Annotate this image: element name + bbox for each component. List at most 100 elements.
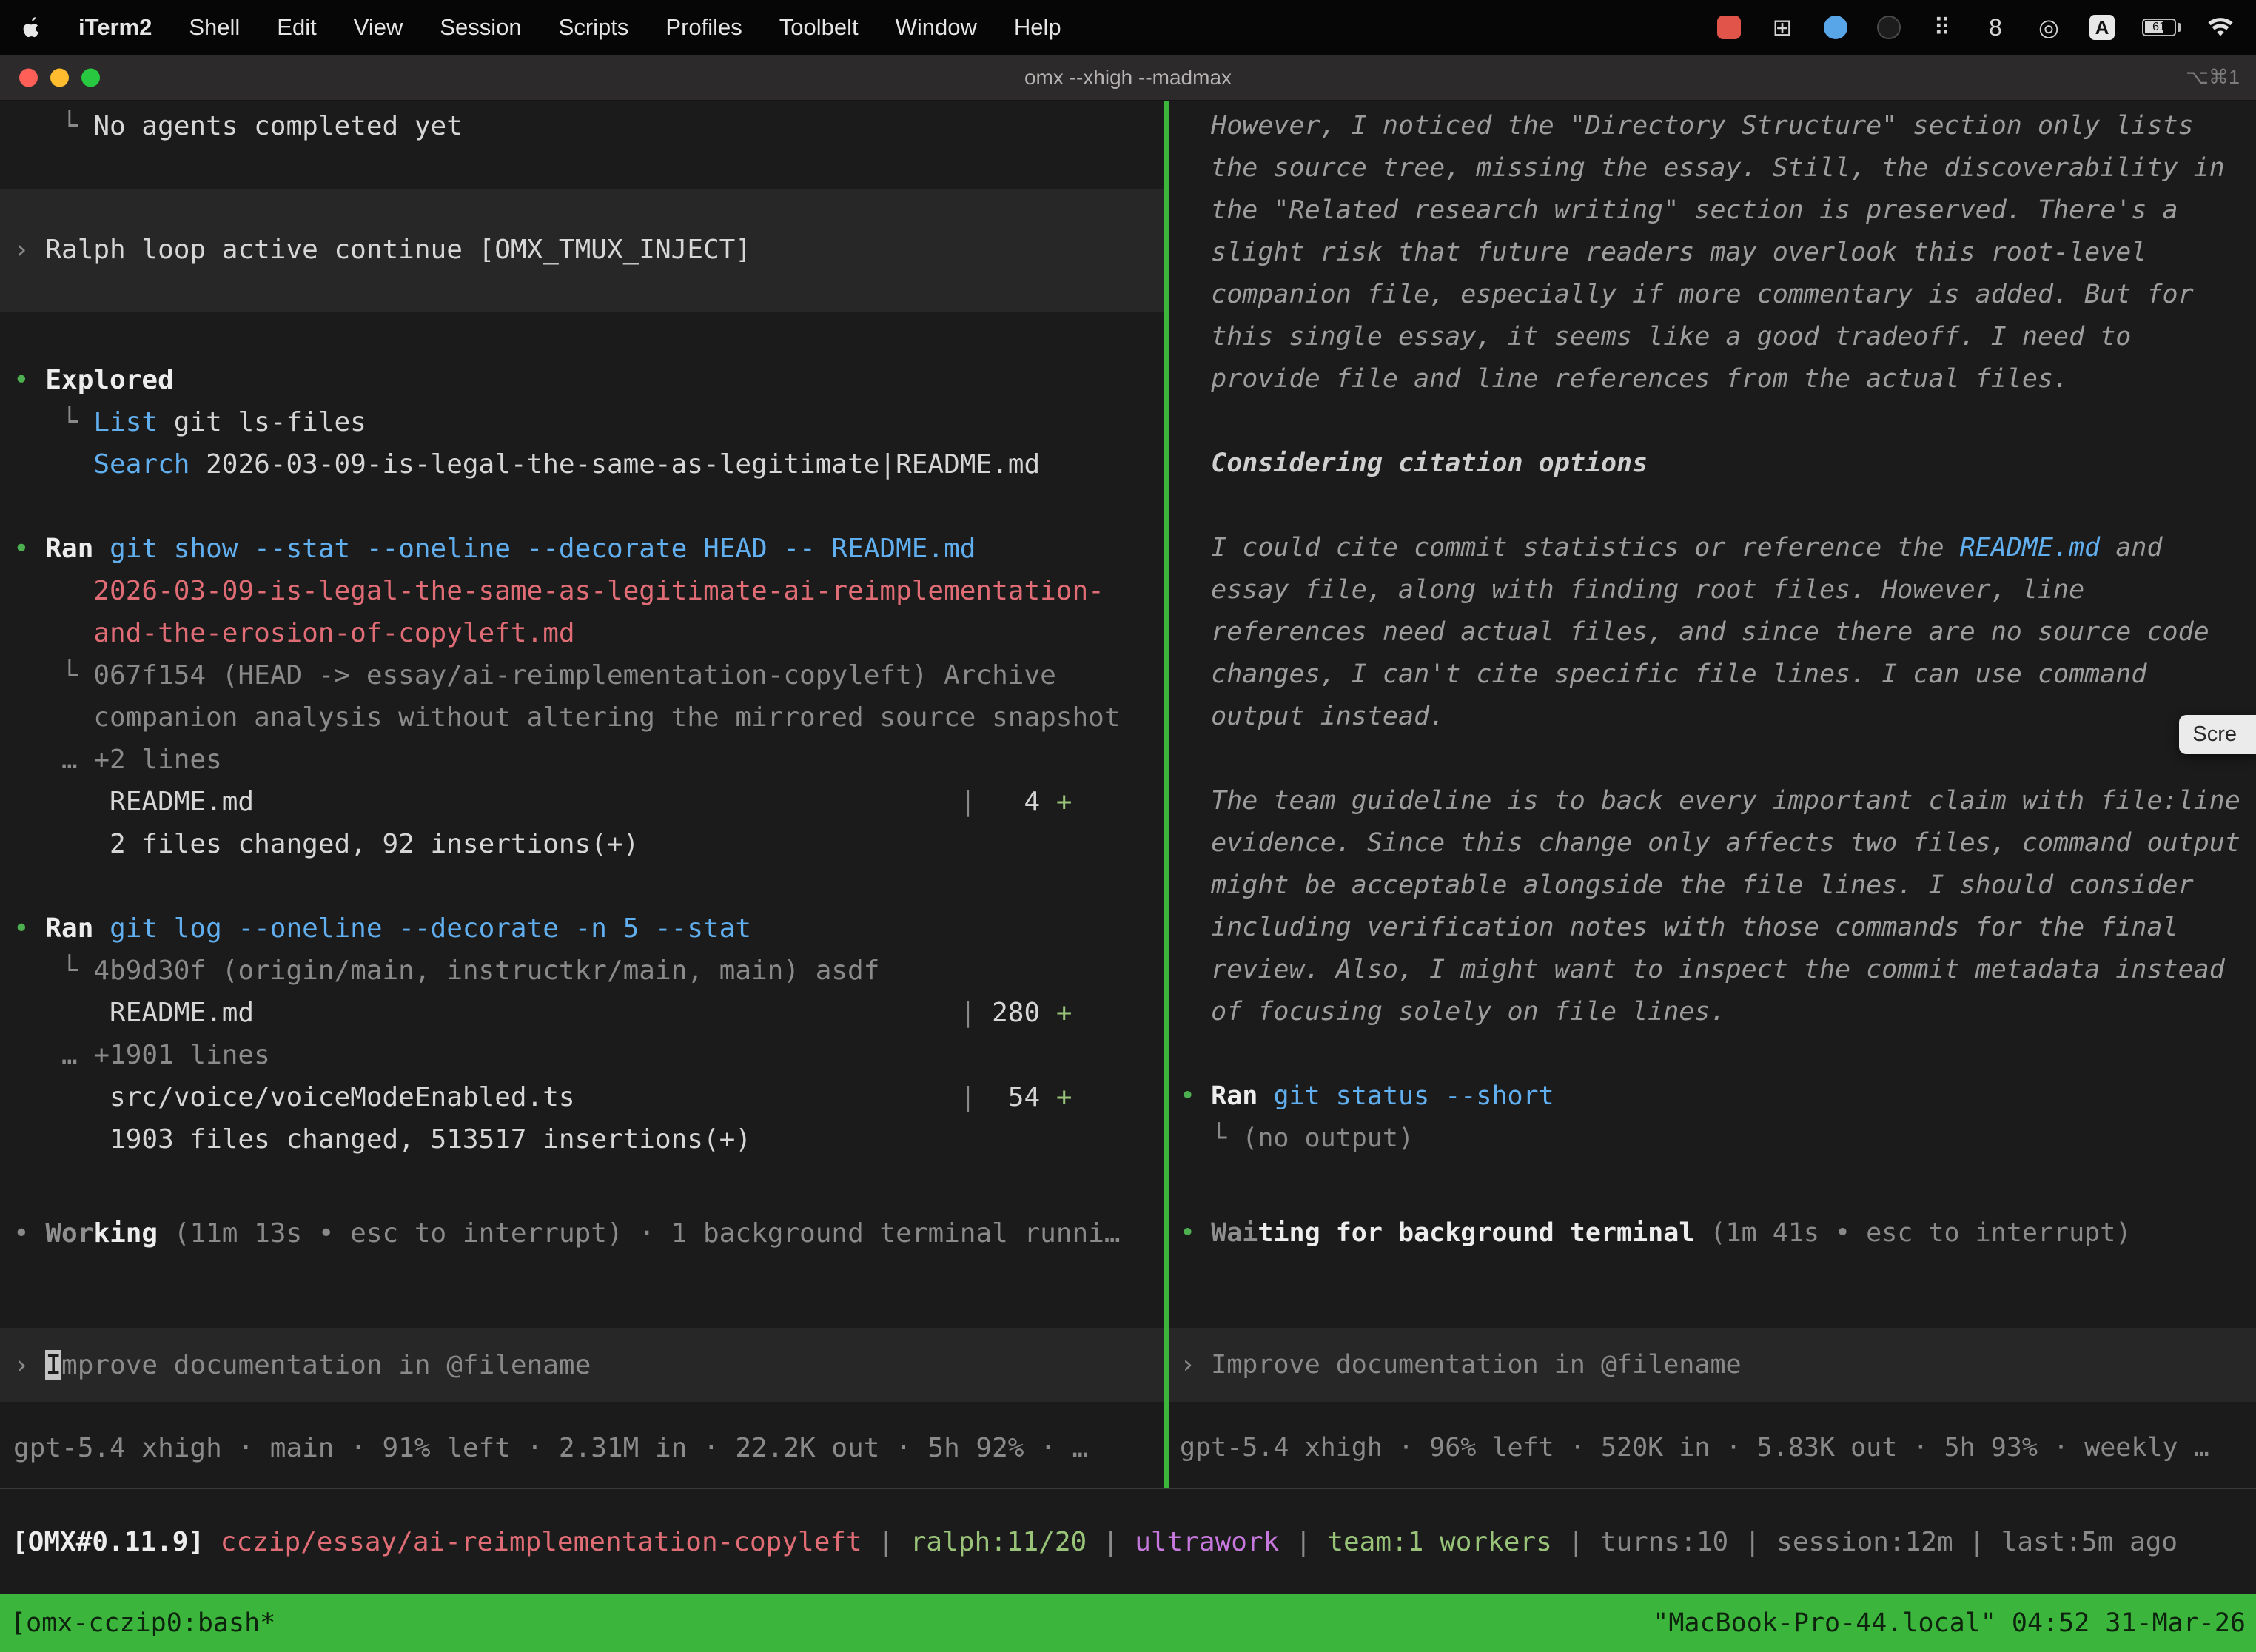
terminal-line [13, 486, 1164, 528]
menu-left: iTerm2 Shell Edit View Session Scripts P… [22, 14, 1061, 41]
menu-item-edit[interactable]: Edit [277, 14, 316, 41]
menu-item-shell[interactable]: Shell [189, 14, 240, 41]
stats-icon[interactable]: ◎ [2035, 13, 2062, 42]
terminal-line: … +2 lines [13, 739, 1164, 781]
terminal-line: provide file and line references from th… [1180, 358, 2256, 400]
terminal-line: src/voice/voiceModeEnabled.ts | 54 + [13, 1076, 1164, 1118]
app-blue-icon[interactable] [1822, 13, 1849, 42]
terminal-line: • Ran git show --stat --oneline --decora… [13, 528, 1164, 570]
menu-item-profiles[interactable]: Profiles [665, 14, 742, 41]
terminal-line: review. Also, I might want to inspect th… [1180, 949, 2256, 991]
terminal-line: Considering citation options [1180, 443, 2256, 485]
app-eight-icon[interactable]: 8 [1982, 13, 2009, 42]
terminal-line: However, I noticed the "Directory Struct… [1180, 105, 2256, 147]
left-working-status: • Working (11m 13s • esc to interrupt) ·… [0, 1212, 1164, 1255]
right-working-status: • Waiting for background terminal (1m 41… [1169, 1212, 2256, 1255]
menu-item-session[interactable]: Session [440, 14, 521, 41]
terminal-line: └ List git ls-files [13, 401, 1164, 443]
keyboard-icon[interactable]: ⠿ [1929, 13, 1955, 42]
menu-status-icons: ⊞ ⠿ 8 ◎ A 61 [1716, 13, 2234, 42]
traffic-lights [19, 68, 100, 87]
terminal-area: └ No agents completed yet › Ralph loop a… [0, 101, 2256, 1594]
terminal-line [1180, 485, 2256, 527]
screen-recording-indicator-icon[interactable] [1716, 13, 1742, 42]
terminal-line: › Improve documentation in @filename [1180, 1344, 1742, 1386]
terminal-line: 2026-03-09-is-legal-the-same-as-legitima… [13, 570, 1164, 612]
terminal-line: including verification notes with those … [1180, 907, 2256, 949]
agents-status-block: └ No agents completed yet [0, 101, 1164, 147]
menu-item-scripts[interactable]: Scripts [559, 14, 629, 41]
right-model-status: gpt-5.4 xhigh · 96% left · 520K in · 5.8… [1169, 1427, 2256, 1469]
terminal-line: • Ran git status --short [1180, 1075, 2256, 1118]
tmux-session-label: [omx-cczip0:bash* [10, 1608, 275, 1638]
window-shortcut-badge: ⌥⌘1 [2186, 66, 2240, 89]
terminal-line: └ 067f154 (HEAD -> essay/ai-reimplementa… [13, 654, 1164, 696]
terminal-line: The team guideline is to back every impo… [1180, 780, 2256, 822]
menu-item-toolbelt[interactable]: Toolbelt [779, 14, 859, 41]
menu-item-view[interactable]: View [354, 14, 403, 41]
terminal-line: references need actual files, and since … [1180, 611, 2256, 654]
menu-bar: iTerm2 Shell Edit View Session Scripts P… [0, 0, 2256, 55]
menu-item-iterm2[interactable]: iTerm2 [78, 14, 152, 41]
left-prompt-input[interactable]: › Improve documentation in @filename [0, 1328, 1164, 1402]
pane-divider[interactable] [1164, 101, 1169, 1488]
terminal-line [1180, 1033, 2256, 1075]
terminal-line: this single essay, it seems like a good … [1180, 316, 2256, 358]
terminal-line: and-the-erosion-of-copyleft.md [13, 612, 1164, 654]
terminal-line: › Improve documentation in @filename [13, 1344, 591, 1386]
terminal-line: • Working (11m 13s • esc to interrupt) ·… [13, 1212, 1164, 1255]
terminal-line: • Explored [13, 359, 1164, 401]
tmux-panes: └ No agents completed yet › Ralph loop a… [0, 101, 2256, 1489]
terminal-line: [OMX#0.11.9] cczip/essay/ai-reimplementa… [12, 1521, 2178, 1563]
battery-icon[interactable]: 61 [2142, 13, 2181, 42]
terminal-line: gpt-5.4 xhigh · main · 91% left · 2.31M … [13, 1427, 1164, 1469]
terminal-line: • Waiting for background terminal (1m 41… [1180, 1212, 2256, 1255]
zoom-button[interactable] [81, 68, 100, 87]
tmux-status-bar: [omx-cczip0:bash* "MacBook-Pro-44.local"… [0, 1594, 2256, 1652]
window-title-bar[interactable]: omx --xhigh --madmax ⌥⌘1 [0, 55, 2256, 101]
app-dark-icon[interactable] [1876, 13, 1902, 42]
left-spacer [0, 1161, 1164, 1212]
grid-icon[interactable]: ⊞ [1769, 13, 1796, 42]
terminal-line [1180, 400, 2256, 443]
terminal-line: changes, I can't cite specific file line… [1180, 654, 2256, 696]
terminal-line: companion analysis without altering the … [13, 696, 1164, 739]
terminal-line: companion file, especially if more comme… [1180, 274, 2256, 316]
right-scrollback: However, I noticed the "Directory Struct… [1169, 101, 2256, 1160]
menu-item-window[interactable]: Window [896, 14, 977, 41]
terminal-line: 2 files changed, 92 insertions(+) [13, 823, 1164, 865]
terminal-line: I could cite commit statistics or refere… [1180, 527, 2256, 569]
terminal-line: 1903 files changed, 513517 insertions(+) [13, 1118, 1164, 1161]
terminal-line: might be acceptable alongside the file l… [1180, 864, 2256, 907]
ralph-inject-banner: › Ralph loop active continue [OMX_TMUX_I… [0, 189, 1164, 312]
close-button[interactable] [19, 68, 38, 87]
terminal-line: evidence. Since this change only affects… [1180, 822, 2256, 864]
terminal-line: README.md | 4 + [13, 781, 1164, 823]
screen-tooltip[interactable]: Scre [2179, 715, 2256, 754]
terminal-line: essay file, along with finding root file… [1180, 569, 2256, 611]
apple-menu-icon[interactable] [22, 16, 41, 38]
screen: { "menubar": { "app_name": "iTerm2", "it… [0, 0, 2256, 1652]
terminal-line: output instead. [1180, 696, 2256, 738]
terminal-line: … +1901 lines [13, 1034, 1164, 1076]
menu-item-help[interactable]: Help [1014, 14, 1061, 41]
right-spacer [1169, 1160, 2256, 1212]
terminal-line [13, 865, 1164, 907]
input-source-icon[interactable]: A [2089, 13, 2115, 42]
terminal-line: └ No agents completed yet [13, 105, 1164, 147]
terminal-line [1180, 738, 2256, 780]
terminal-line: gpt-5.4 xhigh · 96% left · 520K in · 5.8… [1180, 1427, 2256, 1469]
terminal-line: └ 4b9d30f (origin/main, instructkr/main,… [13, 950, 1164, 992]
terminal-line: slight risk that future readers may over… [1180, 232, 2256, 274]
pane-left[interactable]: └ No agents completed yet › Ralph loop a… [0, 101, 1164, 1488]
pane-right[interactable]: However, I noticed the "Directory Struct… [1169, 101, 2256, 1488]
right-prompt-input[interactable]: › Improve documentation in @filename [1169, 1328, 2256, 1402]
wifi-icon[interactable] [2207, 13, 2234, 42]
terminal-line: Search 2026-03-09-is-legal-the-same-as-l… [13, 443, 1164, 486]
terminal-line: └ (no output) [1180, 1118, 2256, 1160]
left-scrollback: • Explored └ List git ls-files Search 20… [0, 359, 1164, 1161]
terminal-line: the "Related research writing" section i… [1180, 189, 2256, 232]
window-title: omx --xhigh --madmax [1024, 66, 1232, 90]
minimize-button[interactable] [50, 68, 69, 87]
tmux-host-clock: "MacBook-Pro-44.local" 04:52 31-Mar-26 [1653, 1608, 2246, 1638]
